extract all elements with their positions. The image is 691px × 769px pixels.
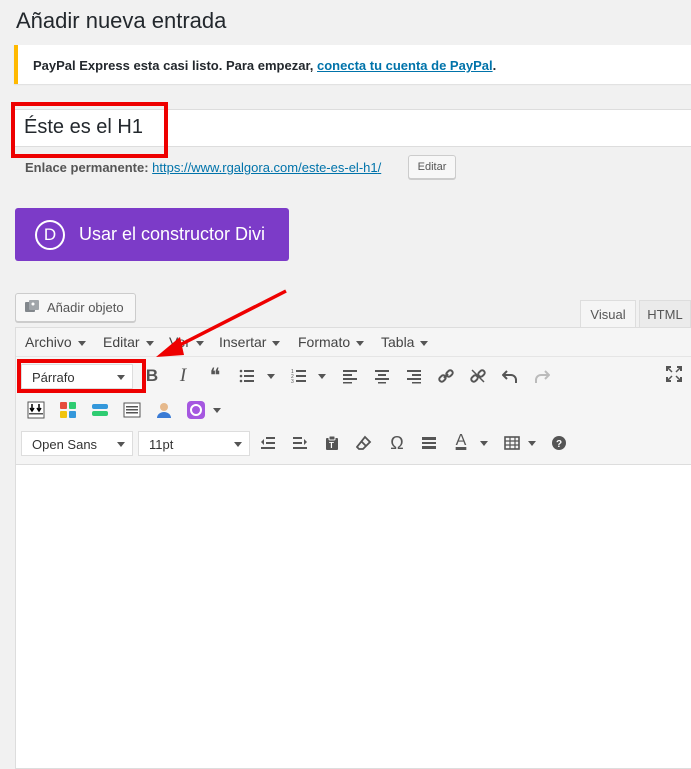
editor-menubar: Archivo Editar Ver Insertar Formato Tabl… bbox=[16, 328, 691, 357]
menu-archivo[interactable]: Archivo bbox=[25, 334, 86, 350]
divi-builder-label: Usar el constructor Divi bbox=[79, 224, 266, 244]
bullet-list-dropdown-icon[interactable] bbox=[267, 374, 275, 379]
paste-text-icon[interactable]: T bbox=[320, 431, 344, 455]
svg-text:T: T bbox=[329, 441, 334, 450]
table-dropdown-icon[interactable] bbox=[528, 441, 536, 446]
align-right-icon[interactable] bbox=[402, 364, 426, 388]
font-family-select[interactable]: Open Sans bbox=[21, 431, 133, 456]
link-icon[interactable] bbox=[434, 364, 458, 388]
page-title: Añadir nueva entrada bbox=[16, 8, 227, 33]
svg-text:3: 3 bbox=[291, 379, 294, 384]
clear-formatting-icon[interactable] bbox=[352, 431, 376, 455]
unlink-icon[interactable] bbox=[466, 364, 490, 388]
edit-permalink-button[interactable]: Editar bbox=[408, 155, 456, 179]
paypal-notice: PayPal Express esta casi listo. Para emp… bbox=[14, 45, 691, 84]
shortcode-dropdown-icon[interactable] bbox=[213, 408, 221, 413]
add-media-button[interactable]: Añadir objeto bbox=[15, 293, 136, 322]
undo-icon[interactable] bbox=[498, 364, 522, 388]
horizontal-line-icon[interactable] bbox=[417, 431, 441, 455]
connect-paypal-link[interactable]: conecta tu cuenta de PayPal bbox=[317, 58, 493, 73]
tab-html[interactable]: HTML bbox=[639, 300, 691, 328]
editor-toolbar: Archivo Editar Ver Insertar Formato Tabl… bbox=[16, 328, 691, 465]
menu-tabla[interactable]: Tabla bbox=[381, 334, 429, 350]
insert-more-icon[interactable] bbox=[24, 397, 48, 421]
fullscreen-icon[interactable] bbox=[662, 362, 686, 386]
buttons-icon[interactable] bbox=[88, 397, 112, 421]
permalink-link[interactable]: https://www.rgalgora.com/este-es-el-h1/ bbox=[152, 160, 381, 175]
text-color-dropdown-icon[interactable] bbox=[480, 441, 488, 446]
user-profile-icon[interactable] bbox=[152, 397, 176, 421]
tab-visual[interactable]: Visual bbox=[580, 300, 636, 328]
divi-logo-icon: D bbox=[35, 220, 65, 250]
divi-builder-button[interactable]: D Usar el constructor Divi bbox=[15, 208, 289, 261]
text-color-icon[interactable]: A bbox=[449, 429, 473, 453]
shortcode-icon[interactable] bbox=[184, 397, 208, 421]
align-center-icon[interactable] bbox=[370, 364, 394, 388]
redo-icon[interactable] bbox=[530, 364, 554, 388]
media-icon bbox=[24, 299, 40, 318]
align-left-icon[interactable] bbox=[338, 364, 362, 388]
outdent-icon[interactable] bbox=[256, 431, 280, 455]
indent-icon[interactable] bbox=[288, 431, 312, 455]
permalink: Enlace permanente: https://www.rgalgora.… bbox=[25, 160, 382, 175]
svg-text:?: ? bbox=[556, 439, 562, 450]
format-select-highlight-box bbox=[17, 359, 146, 393]
table-list-icon[interactable] bbox=[120, 397, 144, 421]
notice-text: PayPal Express esta casi listo. Para emp… bbox=[33, 58, 497, 73]
grid-layout-icon[interactable] bbox=[56, 397, 80, 421]
annotation-arrow-icon bbox=[156, 289, 287, 357]
special-character-icon[interactable]: Ω bbox=[385, 431, 409, 455]
help-icon[interactable]: ? bbox=[547, 431, 571, 455]
title-highlight-box bbox=[11, 102, 168, 158]
font-size-select[interactable]: 11pt bbox=[138, 431, 250, 456]
menu-formato[interactable]: Formato bbox=[298, 334, 365, 350]
numbered-list-dropdown-icon[interactable] bbox=[318, 374, 326, 379]
table-icon[interactable] bbox=[500, 431, 524, 455]
add-media-label: Añadir objeto bbox=[47, 300, 124, 315]
